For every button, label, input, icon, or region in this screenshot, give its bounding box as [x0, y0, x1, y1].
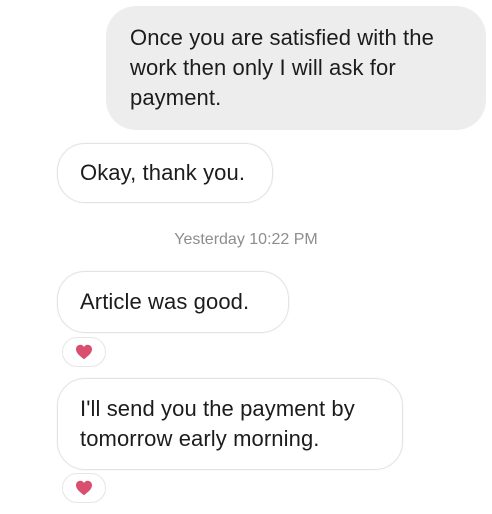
reaction-badge[interactable]: [62, 473, 106, 503]
message-thread: Once you are satisfied with the work the…: [0, 0, 492, 514]
message-timestamp: Yesterday 10:22 PM: [174, 231, 318, 248]
message-bubble-received[interactable]: Article was good.: [57, 271, 289, 333]
message-text: Okay, thank you.: [80, 160, 246, 185]
message-text: Once you are satisfied with the work the…: [130, 25, 434, 110]
reaction-badge[interactable]: [62, 337, 106, 367]
heart-icon: [76, 480, 92, 496]
message-bubble-received[interactable]: I'll send you the payment by tomorrow ea…: [57, 378, 403, 470]
message-bubble-sent[interactable]: Once you are satisfied with the work the…: [106, 6, 486, 130]
message-text: I'll send you the payment by tomorrow ea…: [80, 396, 355, 451]
message-text: Article was good.: [80, 289, 250, 314]
heart-icon: [76, 344, 92, 360]
message-bubble-received[interactable]: Okay, thank you.: [57, 143, 273, 203]
